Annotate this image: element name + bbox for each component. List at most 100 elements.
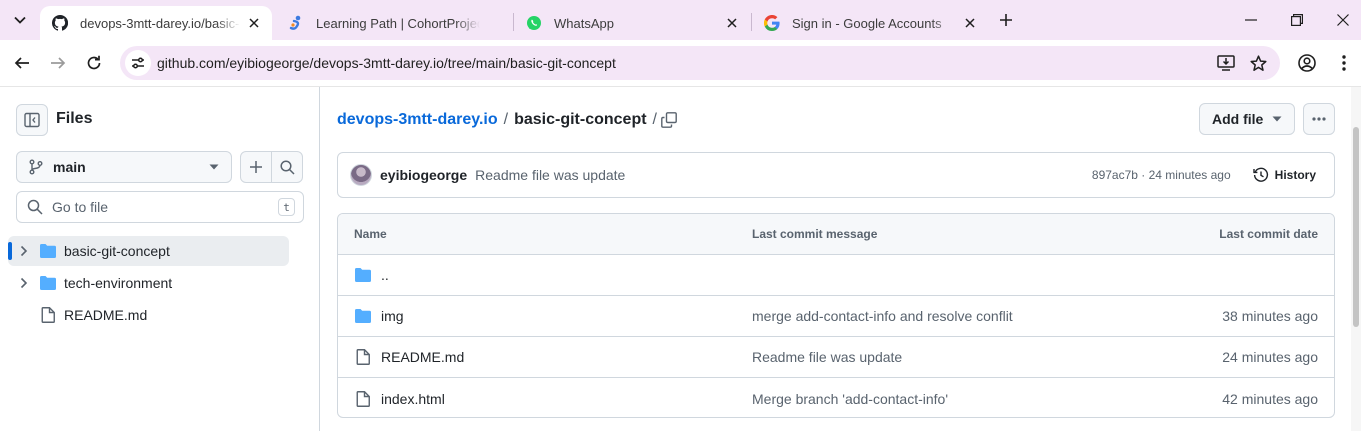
github-icon	[52, 15, 68, 31]
table-row[interactable]: ..	[338, 255, 1334, 296]
close-tab-icon[interactable]	[246, 15, 262, 31]
shortcut-key: t	[278, 198, 295, 216]
tab-google-signin[interactable]: Sign in - Google Accounts	[752, 6, 988, 40]
install-icon	[1217, 55, 1235, 71]
history-label: History	[1274, 168, 1316, 182]
chevron-right-icon[interactable]	[16, 275, 32, 291]
search-files-button[interactable]	[271, 151, 303, 183]
file-link[interactable]: README.md	[381, 349, 464, 365]
git-branch-icon	[29, 159, 43, 175]
darey-icon	[288, 15, 304, 31]
search-icon	[27, 199, 43, 215]
tab-whatsapp[interactable]: WhatsApp	[514, 6, 750, 40]
close-window-button[interactable]	[1320, 0, 1361, 40]
more-options-button[interactable]	[1303, 103, 1335, 135]
bookmark-button[interactable]	[1246, 51, 1270, 75]
collapse-panel-button[interactable]	[16, 104, 48, 136]
table-row[interactable]: index.html Merge branch 'add-contact-inf…	[338, 378, 1334, 417]
panel-title: Files	[56, 110, 93, 127]
commit-date: 24 minutes ago	[1222, 349, 1318, 365]
commit-date: 38 minutes ago	[1222, 308, 1318, 324]
commit-message[interactable]: Readme file was update	[475, 167, 1092, 183]
commit-author[interactable]: eyibiogeorge	[380, 167, 467, 183]
tab-title: Learning Path | CohortProject | Darey	[316, 15, 480, 31]
commit-message-link[interactable]: Readme file was update	[752, 349, 902, 365]
go-to-file-placeholder: Go to file	[52, 199, 109, 215]
header-date: Last commit date	[1219, 227, 1318, 241]
profile-button[interactable]	[1293, 49, 1321, 77]
add-file-tree-button[interactable]	[240, 151, 272, 183]
tab-github[interactable]: devops-3mtt-darey.io/basic-git-concept	[40, 6, 272, 40]
table-row[interactable]: img merge add-contact-info and resolve c…	[338, 296, 1334, 337]
tab-title: WhatsApp	[554, 15, 614, 31]
breadcrumb: devops-3mtt-darey.io / basic-git-concept…	[337, 108, 663, 132]
tab-learning-path[interactable]: Learning Path | CohortProject | Darey	[276, 6, 512, 40]
page-scrollbar[interactable]	[1351, 87, 1361, 431]
add-file-label: Add file	[1212, 111, 1264, 127]
kebab-horizontal-icon	[1312, 117, 1326, 121]
tree-item-readme[interactable]: README.md	[8, 300, 289, 330]
commit-message-link[interactable]: merge add-contact-info and resolve confl…	[752, 308, 1013, 324]
history-button[interactable]: History	[1247, 163, 1322, 187]
restore-button[interactable]	[1274, 0, 1320, 40]
tab-title: Sign in - Google Accounts	[792, 15, 942, 31]
file-icon	[40, 307, 56, 323]
minimize-button[interactable]	[1228, 0, 1274, 40]
address-bar[interactable]: github.com/eyibiogeorge/devops-3mtt-dare…	[120, 46, 1280, 80]
file-table: Name Last commit message Last commit dat…	[337, 213, 1335, 418]
tree-item-tech-environment[interactable]: tech-environment	[8, 268, 289, 298]
folder-icon	[40, 243, 56, 259]
star-icon	[1249, 54, 1267, 71]
commit-date: 42 minutes ago	[1222, 390, 1318, 407]
new-tab-button[interactable]	[994, 8, 1018, 32]
arrow-left-icon	[14, 57, 29, 69]
breadcrumb-repo-link[interactable]: devops-3mtt-darey.io	[337, 111, 498, 129]
latest-commit-bar: eyibiogeorge Readme file was update 897a…	[337, 152, 1335, 198]
reload-icon	[87, 55, 101, 70]
parent-dir-link[interactable]: ..	[381, 267, 389, 283]
back-button[interactable]	[8, 49, 36, 77]
row-name-cell[interactable]: img	[354, 308, 404, 324]
branch-selector[interactable]: main	[16, 151, 232, 183]
folder-icon	[354, 308, 372, 324]
restore-icon	[1291, 14, 1303, 26]
tree-item-basic-git-concept[interactable]: basic-git-concept	[8, 236, 289, 266]
row-name-cell[interactable]: index.html	[354, 391, 445, 407]
file-link[interactable]: img	[381, 308, 404, 324]
tab-search-button[interactable]	[6, 6, 34, 34]
plus-icon	[250, 161, 262, 173]
scrollbar-thumb[interactable]	[1353, 127, 1359, 327]
forward-button[interactable]	[44, 49, 72, 77]
folder-icon	[40, 275, 56, 291]
site-info-button[interactable]	[125, 50, 151, 76]
install-app-button[interactable]	[1214, 51, 1238, 75]
whatsapp-icon	[526, 15, 542, 31]
sidebar-collapse-icon	[24, 112, 40, 128]
commit-meta[interactable]: 897ac7b · 24 minutes ago	[1092, 168, 1231, 182]
commit-message-link[interactable]: Merge branch 'add-contact-info'	[752, 391, 948, 407]
plus-icon	[1000, 14, 1012, 26]
header-message: Last commit message	[752, 227, 878, 241]
file-link[interactable]: index.html	[381, 391, 445, 407]
file-icon	[354, 390, 372, 407]
avatar[interactable]	[350, 164, 372, 186]
file-icon	[354, 349, 372, 365]
copy-path-button[interactable]	[656, 107, 682, 133]
copy-icon	[661, 112, 677, 128]
table-row[interactable]: README.md Readme file was update 24 minu…	[338, 337, 1334, 378]
close-tab-icon[interactable]	[724, 15, 740, 31]
tree-item-label: tech-environment	[64, 275, 173, 291]
go-to-file-input[interactable]: Go to file t	[16, 191, 304, 223]
row-name-cell[interactable]: README.md	[354, 349, 464, 365]
reload-button[interactable]	[80, 49, 108, 77]
url-text: github.com/eyibiogeorge/devops-3mtt-dare…	[157, 55, 616, 71]
close-tab-icon[interactable]	[962, 15, 978, 31]
breadcrumb-separator: /	[503, 111, 509, 128]
breadcrumb-current: basic-git-concept	[514, 111, 647, 128]
browser-menu-button[interactable]	[1330, 49, 1358, 77]
add-file-button[interactable]: Add file	[1199, 103, 1295, 135]
file-tree-panel: Files main Go to file t basic-git-concep…	[0, 87, 320, 431]
row-name-cell[interactable]: ..	[354, 267, 389, 283]
chevron-right-icon[interactable]	[16, 243, 32, 259]
